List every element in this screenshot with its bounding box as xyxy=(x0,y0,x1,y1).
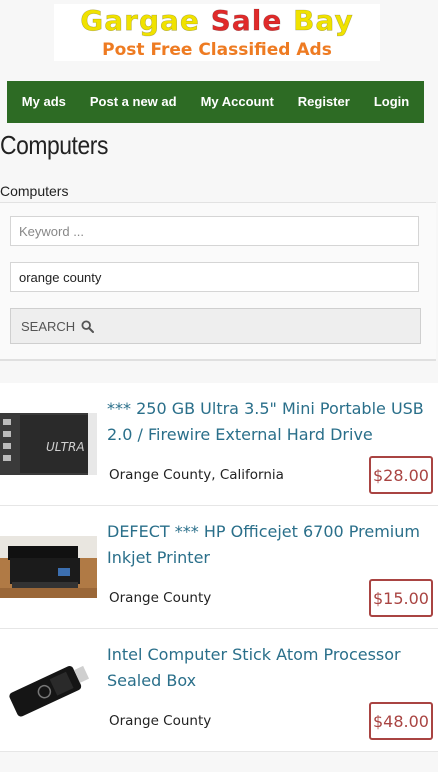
logo-tagline: Post Free Classified Ads xyxy=(102,40,332,60)
nav-post-ad[interactable]: Post a new ad xyxy=(78,81,189,123)
logo-wordmark: Gargae Sale Bay xyxy=(54,4,380,38)
nav-my-account[interactable]: My Account xyxy=(189,81,286,123)
keyword-input[interactable] xyxy=(10,216,419,246)
site-logo[interactable]: Gargae Sale Bay Post Free Classified Ads xyxy=(54,4,380,61)
listing-price: $15.00 xyxy=(369,579,433,617)
listing-title[interactable]: DEFECT *** HP Officejet 6700 Premium Ink… xyxy=(107,519,433,571)
listing-location: Orange County xyxy=(109,590,212,606)
search-icon xyxy=(81,319,95,333)
listing-thumbnail[interactable]: ULTRA xyxy=(0,413,97,475)
listing-title[interactable]: Intel Computer Stick Atom Processor Seal… xyxy=(107,642,433,694)
logo-word-2: Sale xyxy=(210,4,283,38)
listing-location: Orange County, California xyxy=(109,467,284,483)
search-button-label: SEARCH xyxy=(21,318,76,334)
listing-title[interactable]: *** 250 GB Ultra 3.5" Mini Portable USB … xyxy=(107,396,433,448)
nav-register[interactable]: Register xyxy=(286,81,362,123)
location-input[interactable] xyxy=(10,262,419,292)
logo-word-1: Gargae xyxy=(80,4,200,38)
listing-list: ULTRA *** 250 GB Ultra 3.5" Mini Portabl… xyxy=(0,383,438,752)
breadcrumb[interactable]: Computers xyxy=(0,183,68,199)
listing-item[interactable]: ULTRA *** 250 GB Ultra 3.5" Mini Portabl… xyxy=(0,383,438,506)
listing-price: $28.00 xyxy=(369,456,433,494)
listing-item[interactable]: Intel Computer Stick Atom Processor Seal… xyxy=(0,629,438,752)
main-nav: My ads Post a new ad My Account Register… xyxy=(7,81,424,123)
nav-login[interactable]: Login xyxy=(362,81,421,123)
page-title: Computers xyxy=(0,130,108,160)
search-panel: SEARCH xyxy=(0,202,436,361)
listing-item[interactable]: DEFECT *** HP Officejet 6700 Premium Ink… xyxy=(0,506,438,629)
nav-my-ads[interactable]: My ads xyxy=(10,81,78,123)
logo-word-3: Bay xyxy=(293,4,354,38)
listing-price: $48.00 xyxy=(369,702,433,740)
svg-text:ULTRA: ULTRA xyxy=(46,440,85,454)
listing-thumbnail[interactable] xyxy=(0,659,97,721)
listing-thumbnail[interactable] xyxy=(0,536,97,598)
search-button[interactable]: SEARCH xyxy=(10,308,421,344)
listing-location: Orange County xyxy=(109,713,212,729)
